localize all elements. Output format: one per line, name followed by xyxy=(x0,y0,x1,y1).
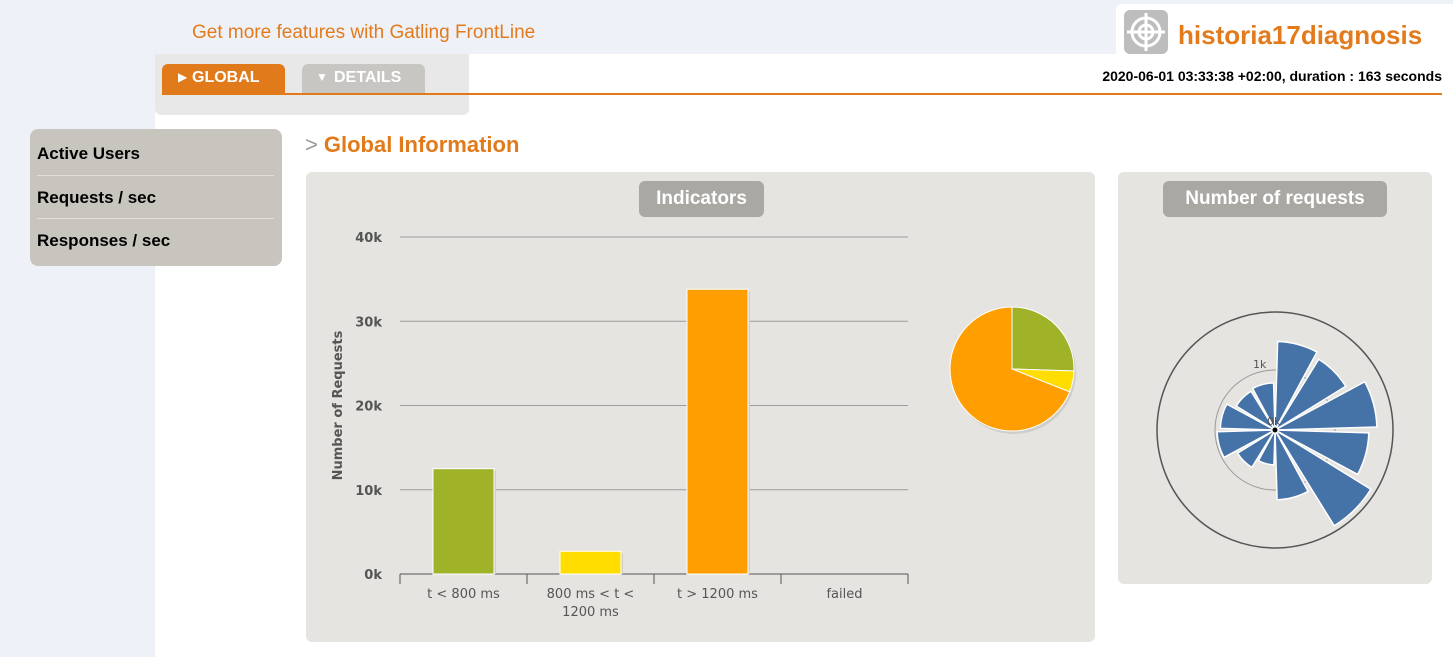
radial-tick-label: 1k xyxy=(1253,358,1267,371)
indicators-panel: Indicators 0k 10k 20k 30k 40k t < 800 ms 800 m… xyxy=(306,172,1095,642)
frontline-promo-link[interactable]: Get more features with Gatling FrontLine xyxy=(192,22,535,44)
triangle-right-icon: ▶ xyxy=(178,70,188,84)
x-tick-label: failed xyxy=(826,587,862,602)
pie-slice-0 xyxy=(1011,306,1075,372)
triangle-down-icon: ▼ xyxy=(316,70,328,84)
indicators-chart: 0k 10k 20k 30k 40k t < 800 ms 800 ms < t < 1200… xyxy=(331,231,1076,620)
sidebar-item-responses-per-sec[interactable]: Responses / sec xyxy=(37,218,274,261)
number-of-requests-panel: Number of requests 0k1kKOOK xyxy=(1118,172,1432,584)
bar-0 xyxy=(432,468,495,575)
section-title-text: Global Information xyxy=(323,132,520,157)
tab-underline xyxy=(162,93,1442,95)
section-title: > Global Information xyxy=(305,132,519,158)
tab-global-label: GLOBAL xyxy=(192,69,260,86)
tab-details-label: DETAILS xyxy=(334,69,402,86)
section-prefix: > xyxy=(305,132,318,157)
simulation-header: historia17diagnosis xyxy=(1116,4,1453,60)
number-of-requests-chart: 0k1kKOOK xyxy=(1156,311,1394,549)
x-tick-label: 1200 ms xyxy=(562,605,619,620)
tab-global[interactable]: ▶ GLOBAL xyxy=(162,64,285,93)
bar-2 xyxy=(686,288,749,575)
y-tick-label: 10k xyxy=(355,484,382,499)
bar-1 xyxy=(559,550,622,575)
sidebar-item-requests-per-sec[interactable]: Requests / sec xyxy=(37,175,274,218)
tab-details[interactable]: ▼ DETAILS xyxy=(302,64,425,93)
main-content: ▶ GLOBAL ▼ DETAILS 2020-06-01 03:33:38 +… xyxy=(155,54,1453,657)
x-tick-label: t < 800 ms xyxy=(427,587,500,602)
sidebar: Active Users Requests / sec Responses / … xyxy=(30,129,282,266)
gatling-target-icon xyxy=(1124,10,1168,54)
y-axis-title: Number of Requests xyxy=(331,330,346,480)
polar-center xyxy=(1272,427,1278,433)
simulation-name: historia17diagnosis xyxy=(1178,20,1423,50)
y-tick-label: 40k xyxy=(355,231,382,246)
x-tick-label: 800 ms < t < xyxy=(547,587,635,602)
run-info: 2020-06-01 03:33:38 +02:00, duration : 1… xyxy=(1102,68,1442,84)
y-tick-label: 30k xyxy=(355,315,382,330)
y-tick-label: 0k xyxy=(364,568,382,583)
radial-tick-label: 0k xyxy=(1267,415,1281,428)
x-tick-label: t > 1200 ms xyxy=(677,587,758,602)
sidebar-item-active-users[interactable]: Active Users xyxy=(37,132,274,175)
y-tick-label: 20k xyxy=(355,400,382,415)
